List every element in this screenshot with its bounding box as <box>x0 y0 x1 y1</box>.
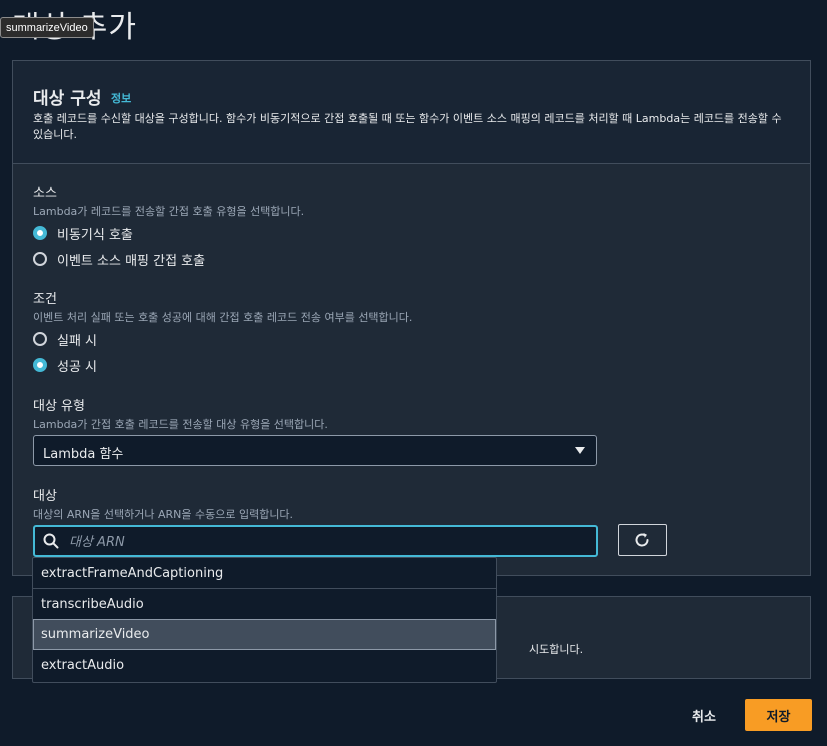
destination-type-select[interactable]: Lambda 함수 <box>33 435 597 466</box>
destination-type-label: 대상 유형 <box>33 399 85 414</box>
dropdown-option[interactable]: extractAudio <box>33 650 496 681</box>
destination-dropdown: extractFrameAndCaptioning transcribeAudi… <box>32 557 497 683</box>
destination-arn-input[interactable] <box>67 527 591 557</box>
dropdown-option[interactable]: extractFrameAndCaptioning <box>33 558 496 589</box>
radio-selected-icon <box>33 358 47 372</box>
radio-unselected-icon <box>33 252 47 266</box>
radio-on-success[interactable]: 성공 시 <box>33 355 97 375</box>
secondary-panel-text: 시도합니다. <box>529 643 584 656</box>
radio-unselected-icon <box>33 332 47 346</box>
radio-label: 실패 시 <box>57 333 98 349</box>
panel-description: 호출 레코드를 수신할 대상을 구성합니다. 함수가 비동기적으로 간접 호출될… <box>33 112 782 141</box>
destination-description: 대상의 ARN을 선택하거나 ARN을 수동으로 입력합니다. <box>33 508 294 521</box>
search-icon <box>43 533 59 549</box>
cancel-button[interactable]: 취소 <box>676 700 732 731</box>
dropdown-option-highlighted[interactable]: summarizeVideo <box>33 619 496 650</box>
destination-type-value: Lambda 함수 <box>43 447 124 462</box>
condition-label: 조건 <box>33 292 57 307</box>
radio-event-source-mapping[interactable]: 이벤트 소스 매핑 간접 호출 <box>33 249 205 269</box>
panel-header: 대상 구성 정보 호출 레코드를 수신할 대상을 구성합니다. 함수가 비동기적… <box>13 61 810 164</box>
dropdown-option[interactable]: transcribeAudio <box>33 589 496 620</box>
info-link[interactable]: 정보 <box>111 90 131 106</box>
source-description: Lambda가 레코드를 전송할 간접 호출 유형을 선택합니다. <box>33 205 305 218</box>
radio-label: 비동기식 호출 <box>57 227 133 243</box>
condition-description: 이벤트 처리 실패 또는 호출 성공에 대해 간접 호출 레코드 전송 여부를 … <box>33 311 413 324</box>
radio-selected-icon <box>33 226 47 240</box>
radio-label: 성공 시 <box>57 359 98 375</box>
refresh-icon <box>635 533 649 547</box>
destination-label: 대상 <box>33 489 57 504</box>
destination-type-description: Lambda가 간접 호출 레코드를 전송할 대상 유형을 선택합니다. <box>33 418 328 431</box>
caret-down-icon <box>575 447 585 454</box>
destination-config-panel: 대상 구성 정보 호출 레코드를 수신할 대상을 구성합니다. 함수가 비동기적… <box>12 60 811 576</box>
source-label: 소스 <box>33 186 57 201</box>
radio-on-failure[interactable]: 실패 시 <box>33 329 97 349</box>
destination-arn-search <box>33 525 598 557</box>
radio-async-invocation[interactable]: 비동기식 호출 <box>33 223 133 243</box>
refresh-button[interactable] <box>618 524 667 556</box>
save-button[interactable]: 저장 <box>745 699 812 731</box>
panel-title: 대상 구성 <box>33 89 102 109</box>
tooltip: summarizeVideo <box>0 17 94 38</box>
radio-label: 이벤트 소스 매핑 간접 호출 <box>57 253 206 269</box>
